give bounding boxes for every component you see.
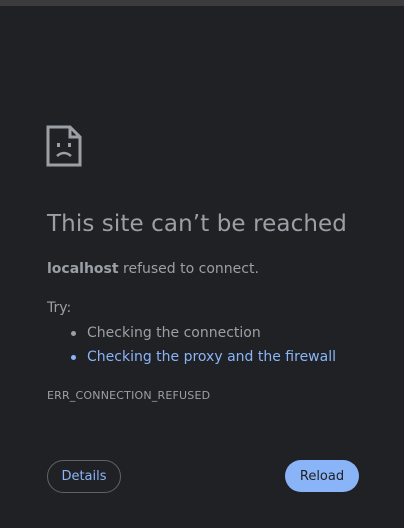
suggestion-check-connection: Checking the connection <box>87 325 261 341</box>
error-code: ERR_CONNECTION_REFUSED <box>47 389 211 402</box>
list-item: Checking the connection <box>47 323 336 347</box>
error-message-text: refused to connect. <box>118 261 259 277</box>
host-name: localhost <box>47 261 119 277</box>
details-button[interactable]: Details <box>47 460 121 493</box>
error-message: localhost refused to connect. <box>47 261 259 277</box>
bullet-icon <box>71 355 76 360</box>
sad-page-icon <box>46 125 82 167</box>
list-item: Checking the proxy and the firewall <box>47 347 336 371</box>
suggestion-proxy-firewall-link[interactable]: Checking the proxy and the firewall <box>87 349 336 365</box>
page-title: This site can’t be reached <box>47 211 347 237</box>
bullet-icon <box>71 331 76 336</box>
reload-button[interactable]: Reload <box>285 460 359 492</box>
try-label: Try: <box>47 300 72 316</box>
suggestion-list: Checking the connection Checking the pro… <box>47 323 336 371</box>
browser-top-bar <box>0 0 404 6</box>
